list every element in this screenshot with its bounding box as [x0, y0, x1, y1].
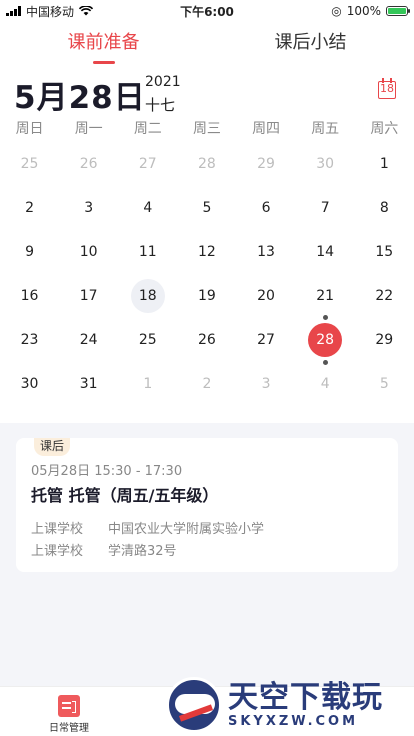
lesson-card[interactable]: 课后 05月28日 15:30 - 17:30 托管 托管（周五/五年级） 上课… [16, 438, 398, 572]
calendar-day[interactable]: 4 [296, 362, 355, 406]
calendar-day[interactable]: 6 [237, 186, 296, 230]
calendar: 5月28日 2021 十七 18 周日 周一 周二 周三 周四 周五 周六 25… [0, 66, 414, 423]
lunar-date-label: 十七 [145, 96, 176, 114]
calendar-day[interactable]: 3 [59, 186, 118, 230]
calendar-day[interactable]: 27 [118, 142, 177, 186]
calendar-day[interactable]: 23 [0, 318, 59, 362]
active-tab-indicator [92, 61, 115, 64]
watermark: 天空下载玩 SKYXZW.COM [166, 674, 414, 736]
orientation-lock-icon: ◎ [331, 4, 342, 18]
weekday-label: 周四 [252, 121, 281, 137]
calendar-day[interactable]: 8 [355, 186, 414, 230]
calendar-day-today[interactable]: 18 [118, 274, 177, 318]
tab-bar: 课前准备 课后小结 [0, 22, 414, 66]
today-calendar-icon[interactable]: 18 [378, 78, 396, 99]
calendar-week: 9 10 11 12 13 14 15 [0, 230, 414, 274]
calendar-header: 5月28日 2021 十七 18 [14, 70, 400, 116]
calendar-day[interactable]: 16 [0, 274, 59, 318]
calendar-day[interactable]: 31 [59, 362, 118, 406]
calendar-day[interactable]: 13 [237, 230, 296, 274]
address-row: 上课学校 学清路32号 [31, 540, 177, 559]
tab-post-class[interactable]: 课后小结 [207, 22, 414, 66]
weekday-label: 周一 [74, 121, 103, 137]
lesson-time: 05月28日 15:30 - 17:30 [31, 464, 183, 479]
calendar-day[interactable]: 22 [355, 274, 414, 318]
calendar-day[interactable]: 20 [237, 274, 296, 318]
calendar-day[interactable]: 12 [177, 230, 236, 274]
calendar-day[interactable]: 4 [118, 186, 177, 230]
calendar-day[interactable]: 2 [177, 362, 236, 406]
daily-management-icon [58, 695, 80, 717]
wifi-icon [79, 6, 94, 16]
battery-icon [386, 6, 410, 16]
calendar-day[interactable]: 3 [237, 362, 296, 406]
tab-post-class-label: 课后小结 [274, 32, 347, 53]
calendar-day[interactable]: 5 [355, 362, 414, 406]
calendar-day[interactable]: 30 [296, 142, 355, 186]
calendar-day[interactable]: 5 [177, 186, 236, 230]
year-label: 2021 [145, 74, 181, 90]
signal-icon [6, 6, 21, 16]
calendar-day[interactable]: 19 [177, 274, 236, 318]
calendar-day[interactable]: 1 [118, 362, 177, 406]
weekday-label: 周二 [133, 121, 162, 137]
weekday-label: 周六 [370, 121, 399, 137]
lesson-title: 托管 托管（周五/五年级） [31, 486, 219, 505]
calendar-day-selected[interactable]: 28 [296, 315, 355, 365]
selected-date-title: 5月28日 [14, 80, 146, 116]
calendar-week: 2 3 4 5 6 7 8 [0, 186, 414, 230]
address-value: 学清路32号 [108, 544, 177, 559]
weekday-label: 周五 [311, 121, 340, 137]
school-label: 上课学校 [31, 522, 84, 537]
clock: 下午6:00 [180, 4, 234, 19]
status-bar: 中国移动 下午6:00 ◎ 100% [0, 0, 414, 22]
calendar-day[interactable]: 9 [0, 230, 59, 274]
carrier-label: 中国移动 [26, 4, 75, 19]
calendar-day[interactable]: 7 [296, 186, 355, 230]
weekday-label: 周三 [192, 121, 221, 137]
battery-percent: 100% [346, 4, 381, 18]
watermark-en: SKYXZW.COM [228, 713, 359, 729]
calendar-day[interactable]: 2 [0, 186, 59, 230]
calendar-day[interactable]: 25 [0, 142, 59, 186]
calendar-day[interactable]: 10 [59, 230, 118, 274]
calendar-week: 23 24 25 26 27 28 29 [0, 315, 414, 365]
calendar-day[interactable]: 11 [118, 230, 177, 274]
calendar-day[interactable]: 24 [59, 318, 118, 362]
calendar-week: 16 17 18 19 20 21 22 [0, 274, 414, 318]
calendar-day[interactable]: 30 [0, 362, 59, 406]
weekday-header: 周日 周一 周二 周三 周四 周五 周六 [0, 118, 414, 138]
address-label: 上课学校 [31, 544, 84, 559]
nav-daily-management-label: 日常管理 [49, 723, 89, 734]
calendar-week: 30 31 1 2 3 4 5 [0, 362, 414, 406]
tab-pre-class-label: 课前准备 [67, 32, 140, 53]
calendar-day[interactable]: 28 [177, 142, 236, 186]
calendar-day[interactable]: 29 [237, 142, 296, 186]
watermark-logo-icon [166, 677, 222, 733]
calendar-day[interactable]: 17 [59, 274, 118, 318]
calendar-day[interactable]: 26 [177, 318, 236, 362]
calendar-day[interactable]: 15 [355, 230, 414, 274]
event-dot [322, 315, 328, 320]
watermark-cn: 天空下载玩 [228, 679, 383, 715]
calendar-week: 25 26 27 28 29 30 1 [0, 142, 414, 186]
calendar-day[interactable]: 27 [237, 318, 296, 362]
calendar-day[interactable]: 25 [118, 318, 177, 362]
school-row: 上课学校 中国农业大学附属实验小学 [31, 518, 264, 537]
school-value: 中国农业大学附属实验小学 [108, 522, 265, 537]
calendar-day[interactable]: 26 [59, 142, 118, 186]
calendar-day[interactable]: 29 [355, 318, 414, 362]
weekday-label: 周日 [15, 121, 44, 137]
calendar-day[interactable]: 14 [296, 230, 355, 274]
tab-pre-class[interactable]: 课前准备 [0, 22, 207, 66]
lesson-tag: 课后 [34, 438, 70, 456]
calendar-day[interactable]: 21 [296, 274, 355, 318]
calendar-grid: 25 26 27 28 29 30 1 2 3 4 5 6 7 8 9 10 1… [0, 142, 414, 406]
nav-daily-management[interactable]: 日常管理 [0, 687, 138, 736]
calendar-day[interactable]: 1 [355, 142, 414, 186]
